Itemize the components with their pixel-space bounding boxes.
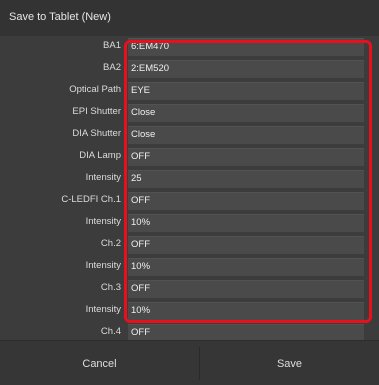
setting-value: OFF: [131, 195, 150, 206]
setting-label: Ch.2: [100, 238, 121, 249]
setting-row-dia-intensity[interactable]: Intensity 25: [0, 168, 379, 190]
setting-label: BA1: [103, 40, 121, 51]
setting-row-ba1[interactable]: BA1 6:EM470: [0, 36, 379, 58]
setting-row-ledfi-ch1[interactable]: C-LEDFI Ch.1 OFF: [0, 190, 379, 212]
save-to-tablet-dialog: Save to Tablet (New) BA1 6:EM470 BA2 2:E…: [0, 0, 379, 385]
setting-value: Close: [131, 107, 156, 118]
setting-value-field: 2:EM520: [128, 60, 364, 78]
setting-row-optical-path[interactable]: Optical Path EYE: [0, 80, 379, 102]
setting-label: EPI Shutter: [72, 106, 121, 117]
setting-value-field: Close: [128, 104, 364, 122]
setting-row-ch2-intensity[interactable]: Intensity 10%: [0, 256, 379, 278]
setting-value-field: EYE: [128, 82, 364, 100]
setting-value: 2:EM520: [131, 63, 170, 74]
setting-label: Intensity: [85, 304, 121, 315]
setting-label: Ch.3: [100, 282, 121, 293]
setting-value: OFF: [131, 283, 150, 294]
setting-label: Intensity: [85, 216, 121, 227]
setting-label: DIA Shutter: [72, 128, 121, 139]
setting-value: 10%: [131, 305, 151, 316]
setting-row-dia-shutter[interactable]: DIA Shutter Close: [0, 124, 379, 146]
setting-value-field: OFF: [128, 148, 364, 166]
setting-row-ch2[interactable]: Ch.2 OFF: [0, 234, 379, 256]
dialog-title: Save to Tablet (New): [9, 11, 111, 23]
setting-value-field: 10%: [128, 302, 364, 320]
setting-value-field: Close: [128, 126, 364, 144]
save-button[interactable]: Save: [200, 341, 379, 385]
setting-value-field: 10%: [128, 258, 364, 276]
setting-label: C-LEDFI Ch.1: [61, 194, 121, 205]
setting-label: Intensity: [85, 260, 121, 271]
setting-label: Intensity: [85, 172, 121, 183]
setting-row-ch3[interactable]: Ch.3 OFF: [0, 278, 379, 300]
setting-value: Close: [131, 129, 156, 140]
setting-row-epi-shutter[interactable]: EPI Shutter Close: [0, 102, 379, 124]
setting-value: OFF: [131, 239, 150, 250]
setting-value-field: OFF: [128, 236, 364, 254]
settings-list[interactable]: BA1 6:EM470 BA2 2:EM520 Optical Path EYE…: [0, 36, 379, 340]
setting-value-field: 6:EM470: [128, 38, 364, 56]
setting-row-ch1-intensity[interactable]: Intensity 10%: [0, 212, 379, 234]
setting-value-field: OFF: [128, 192, 364, 210]
dialog-button-bar: Cancel Save: [0, 340, 379, 385]
setting-row-ch3-intensity[interactable]: Intensity 10%: [0, 300, 379, 322]
setting-row-dia-lamp[interactable]: DIA Lamp OFF: [0, 146, 379, 168]
setting-value-field: OFF: [128, 280, 364, 298]
setting-label: BA2: [103, 62, 121, 73]
setting-value: OFF: [131, 151, 150, 162]
setting-value: OFF: [131, 327, 150, 338]
cancel-button[interactable]: Cancel: [0, 341, 199, 385]
setting-row-ch4[interactable]: Ch.4 OFF: [0, 322, 379, 340]
setting-value: 10%: [131, 217, 151, 228]
setting-value-field: OFF: [128, 324, 364, 340]
setting-label: Optical Path: [69, 84, 121, 95]
setting-label: Ch.4: [100, 326, 121, 337]
setting-row-ba2[interactable]: BA2 2:EM520: [0, 58, 379, 80]
setting-value: EYE: [131, 85, 151, 96]
setting-value: 25: [131, 173, 142, 184]
setting-value: 10%: [131, 261, 151, 272]
setting-label: DIA Lamp: [79, 150, 121, 161]
setting-value-field: 10%: [128, 214, 364, 232]
setting-value-field: 25: [128, 170, 364, 188]
dialog-title-bar: Save to Tablet (New): [0, 0, 379, 37]
setting-value: 6:EM470: [131, 41, 170, 52]
